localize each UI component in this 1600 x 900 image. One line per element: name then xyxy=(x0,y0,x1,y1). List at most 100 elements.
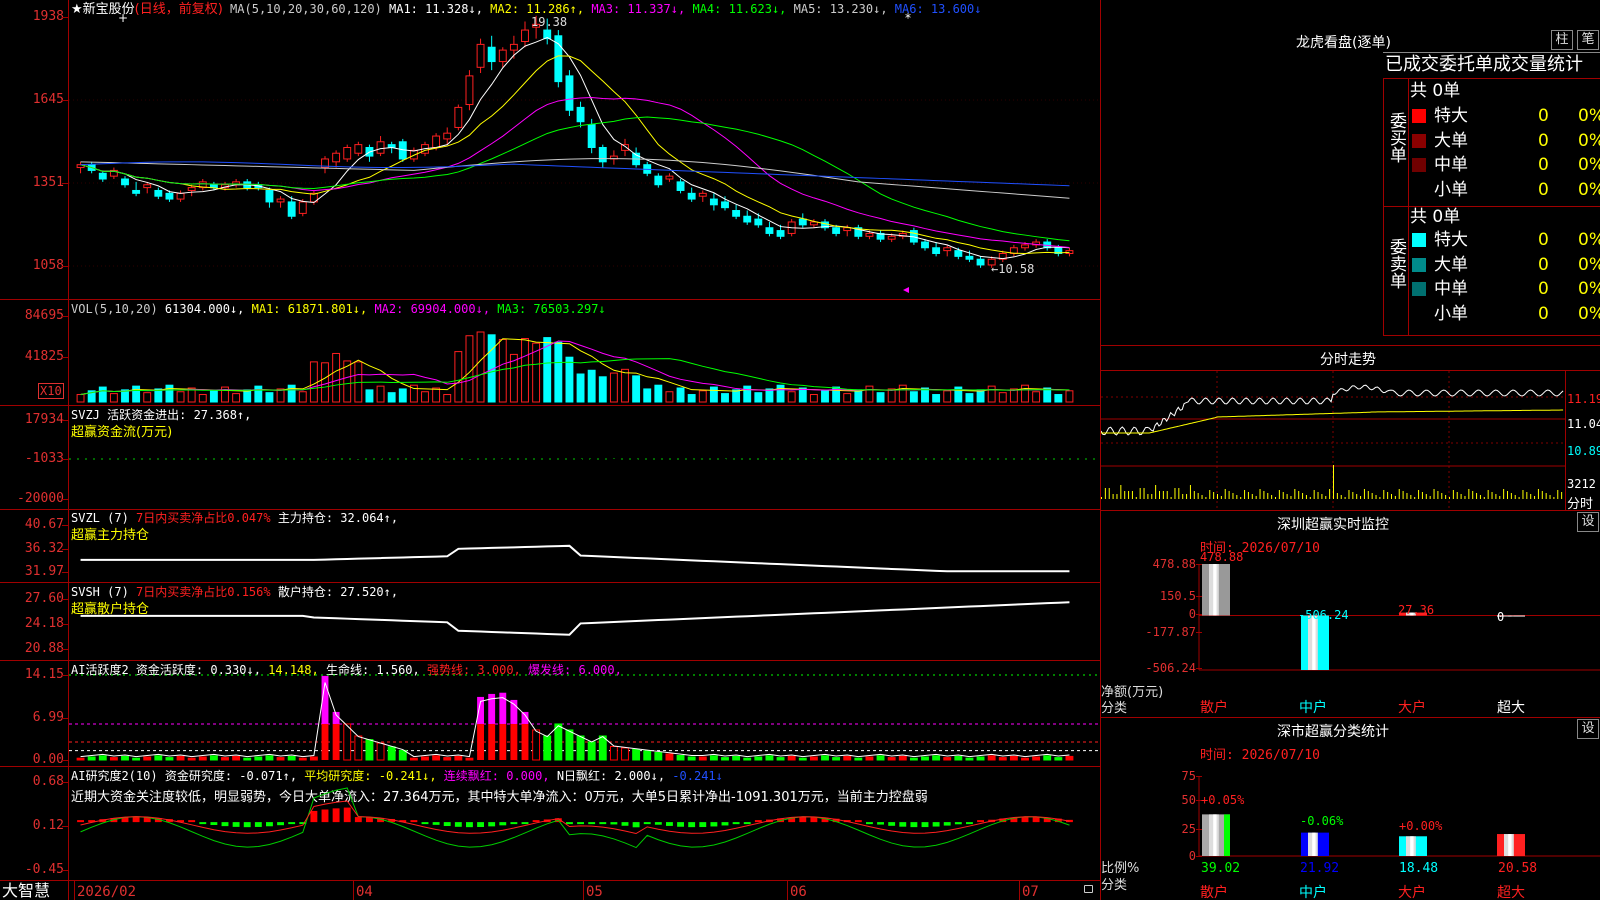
y-tick-label: 17934 xyxy=(24,412,64,427)
order-color-swatch xyxy=(1412,109,1426,123)
fs-vol-bar xyxy=(1445,495,1447,499)
flow-bar-out xyxy=(512,459,516,462)
buy-orders-label: 委买单 xyxy=(1386,112,1406,163)
fs-vol-bar xyxy=(1468,489,1470,499)
fund-flow-chart[interactable] xyxy=(69,406,1100,509)
activity-bar xyxy=(121,755,129,761)
fs-vol-bar xyxy=(1232,493,1234,499)
fs-vol-bar xyxy=(1472,491,1474,499)
activity-bar xyxy=(87,756,96,761)
stroke-mode-button[interactable]: 笔 xyxy=(1577,30,1599,50)
candlestick-chart[interactable]: + * xyxy=(69,0,1100,299)
y-tick-mark xyxy=(62,760,68,761)
lock-icon[interactable] xyxy=(1084,885,1093,893)
fs-vol-bar xyxy=(1333,465,1334,499)
fs-vol-bar xyxy=(1383,490,1385,499)
y-tick-label: -177.87 xyxy=(1145,625,1196,639)
vol-bar-up xyxy=(621,368,629,403)
fs-vol-bar xyxy=(1534,496,1536,499)
intraday-y-low: 10.89 xyxy=(1567,444,1600,458)
activity-bar xyxy=(687,756,696,761)
y-tick-mark xyxy=(62,624,68,625)
activity-bar xyxy=(876,755,885,761)
y-tick-mark xyxy=(62,826,68,827)
fs-vol-bar xyxy=(1170,497,1172,499)
vol-bar-up xyxy=(454,351,463,403)
activity-bar xyxy=(654,751,663,761)
activity-bar xyxy=(643,750,652,761)
fl-settings-button[interactable]: 设 xyxy=(1577,719,1599,739)
activity-bar xyxy=(409,757,418,761)
fs-vol-bar xyxy=(1147,494,1149,499)
activity-bar xyxy=(432,755,441,761)
flow-bar-in xyxy=(312,431,316,459)
research-bar-green xyxy=(654,822,662,825)
y-tick-label: -506.24 xyxy=(1145,661,1196,675)
fs-vol-bar xyxy=(1561,492,1563,499)
activity-bar xyxy=(298,757,307,761)
fl-category: 超大 xyxy=(1497,885,1525,900)
fs-vol-bar xyxy=(1309,497,1311,499)
brand-logo[interactable]: 大智慧 xyxy=(2,881,50,900)
research-bar-green xyxy=(432,822,440,825)
y-tick-mark xyxy=(62,572,68,573)
fs-vol-bar xyxy=(1271,495,1273,499)
research-bar-red xyxy=(354,817,362,823)
activity-bar xyxy=(954,755,963,761)
research-bar-green xyxy=(688,822,696,828)
fs-vol-bar xyxy=(1182,494,1184,499)
bar-mode-button[interactable]: 柱 xyxy=(1551,30,1573,50)
research-bar-red xyxy=(977,820,984,823)
vol-bar-down xyxy=(743,385,752,403)
sz-settings-button[interactable]: 设 xyxy=(1577,512,1599,532)
fs-vol-bar xyxy=(1545,493,1547,499)
order-stats-tabs[interactable]: 已成交委托单成交量统计 xyxy=(1385,55,1583,75)
activity-bar xyxy=(665,753,674,761)
ai-research-chart[interactable] xyxy=(69,767,1100,880)
y-tick-mark xyxy=(1196,632,1202,633)
fs-vol-bar xyxy=(1391,494,1392,499)
activity-bar xyxy=(154,755,163,761)
sz-value-label: 27.36 xyxy=(1398,603,1435,617)
main-holding-chart[interactable] xyxy=(69,510,1100,582)
fs-vol-bar xyxy=(1159,491,1160,499)
date-tick xyxy=(583,881,584,900)
date-label: 2026/02 xyxy=(77,884,137,900)
activity-bar xyxy=(343,723,352,761)
research-bar-red xyxy=(132,817,140,823)
candle-up xyxy=(943,247,952,252)
flow-bar-out xyxy=(590,459,594,477)
activity-bar xyxy=(543,735,552,761)
volume-chart[interactable] xyxy=(69,300,1100,405)
y-tick-label: 25 xyxy=(1181,822,1196,836)
candle-down xyxy=(98,172,107,180)
ai-activity-chart[interactable] xyxy=(69,661,1100,766)
vol-bar-up xyxy=(887,388,896,403)
activity-bar xyxy=(209,755,218,761)
vol-unit-badge: X10 xyxy=(38,383,64,399)
vol-bar-down xyxy=(565,356,574,403)
activity-bar xyxy=(965,757,974,761)
research-bar-green xyxy=(221,822,229,827)
research-bar-green xyxy=(499,822,507,826)
sz-category: 超大 xyxy=(1497,700,1525,716)
vol-bar-down xyxy=(98,386,107,403)
activity-bar xyxy=(1021,757,1029,761)
fs-vol-bar xyxy=(1116,494,1118,499)
candle-down xyxy=(709,198,718,206)
y-tick-mark xyxy=(62,357,68,358)
vol-bar-down xyxy=(876,392,885,403)
intraday-chart[interactable] xyxy=(1101,371,1565,509)
fs-vol-bar xyxy=(1220,496,1222,499)
research-bar-green xyxy=(877,822,884,825)
candle-down xyxy=(132,189,141,194)
research-bar-red xyxy=(321,809,329,823)
y-tick-mark xyxy=(62,100,68,101)
retail-holding-chart[interactable] xyxy=(69,583,1100,660)
candle-down xyxy=(754,218,763,226)
y-tick-mark xyxy=(62,183,68,184)
research-bar-green xyxy=(866,822,873,825)
vol-bar-down xyxy=(909,391,918,403)
ma60-line xyxy=(80,158,1070,199)
activity-bar xyxy=(698,756,707,761)
